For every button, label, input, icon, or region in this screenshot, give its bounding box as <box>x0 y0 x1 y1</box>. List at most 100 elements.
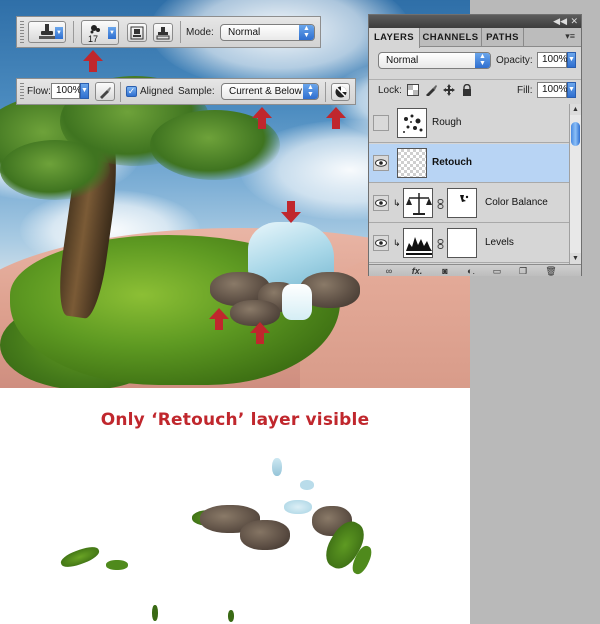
updown-arrows-icon: ▲ ▼ <box>475 53 490 68</box>
lock-label: Lock: <box>378 85 402 96</box>
visibility-toggle-on[interactable] <box>373 235 389 251</box>
eye-icon <box>375 159 387 167</box>
lock-all-icon[interactable] <box>461 84 473 96</box>
options-bar-top: ▼ 17 ▼ Mode: Normal ▲ ▼ <box>16 16 321 48</box>
scrollbar-thumb[interactable] <box>571 122 580 146</box>
rough-thumbnail-icon <box>403 114 423 133</box>
fill-input[interactable]: 100% <box>537 82 568 98</box>
group-folder-icon[interactable]: ▭ <box>489 265 505 277</box>
opacity-dropdown-icon[interactable]: ▼ <box>567 52 576 68</box>
tab-paths[interactable]: PATHS <box>482 28 524 47</box>
chevron-down-icon: ▼ <box>108 27 116 39</box>
collapse-icon[interactable]: ◀◀ <box>553 16 567 26</box>
ignore-adjustment-layers-button[interactable] <box>331 83 350 101</box>
trash-icon[interactable]: 🗑 <box>543 265 559 277</box>
ignore-adjustment-icon <box>335 86 346 98</box>
layer-row-color-balance[interactable]: ↳ Color Balance <box>369 184 569 223</box>
clone-stamp-tool-button[interactable]: ▼ <box>28 21 66 43</box>
panel-tabs: LAYERS CHANNELS PATHS ▾≡ <box>369 28 581 48</box>
airbrush-icon <box>100 86 111 99</box>
scroll-up-icon[interactable]: ▲ <box>570 104 581 115</box>
sample-select-value: Current & Below <box>229 86 302 97</box>
mode-label: Mode: <box>186 27 214 38</box>
lock-transparent-icon[interactable] <box>407 84 419 96</box>
adjustment-thumbnail <box>403 228 433 258</box>
clipping-arrow-icon: ↳ <box>393 238 401 248</box>
brush-preset-picker[interactable]: 17 ▼ <box>81 20 119 45</box>
layer-name: Color Balance <box>485 197 548 208</box>
layers-panel: ◀◀ ✕ LAYERS CHANNELS PATHS ▾≡ Normal ▲ ▼ … <box>368 14 582 276</box>
sample-select[interactable]: Current & Below ▲ ▼ <box>221 83 319 100</box>
visibility-toggle-on[interactable] <box>373 195 389 211</box>
close-icon[interactable]: ✕ <box>570 16 578 26</box>
clone-source-icon <box>130 26 144 39</box>
adjustment-layer-icon[interactable]: ◐. <box>463 265 479 277</box>
red-arrow-up-icon <box>326 107 346 129</box>
blend-mode-value: Normal <box>386 55 419 66</box>
mask-thumbnail-icon <box>460 195 469 202</box>
red-arrow-up-icon <box>252 107 272 129</box>
lock-position-icon[interactable] <box>443 84 455 96</box>
mode-select[interactable]: Normal ▲ ▼ <box>220 24 315 41</box>
new-layer-icon[interactable]: ❐ <box>515 265 531 277</box>
flow-label: Flow: <box>27 86 51 97</box>
add-mask-icon[interactable]: ◙ <box>437 265 453 277</box>
fill-dropdown-icon[interactable]: ▼ <box>567 82 576 98</box>
panel-bottom-toolbar: ∞ fx. ◙ ◐. ▭ ❐ 🗑 <box>369 264 581 276</box>
red-arrow-up-icon <box>83 50 103 72</box>
airbrush-button[interactable] <box>95 82 115 101</box>
panel-title-bar[interactable]: ◀◀ ✕ <box>369 15 581 28</box>
visibility-toggle-on[interactable] <box>373 155 389 171</box>
toolbar-grip[interactable] <box>20 83 24 100</box>
sample-label: Sample: <box>178 86 215 97</box>
clipping-arrow-icon: ↳ <box>393 198 401 208</box>
flow-input[interactable]: 100% <box>51 83 82 99</box>
blend-mode-select[interactable]: Normal ▲ ▼ <box>378 52 491 69</box>
red-arrow-up-icon <box>250 322 270 344</box>
aligned-checkbox[interactable]: ✓ <box>126 86 137 97</box>
chevron-down-icon: ▼ <box>55 27 63 39</box>
layer-name: Retouch <box>432 157 472 168</box>
brush-size-value: 17 <box>88 34 99 44</box>
options-bar-clone: Flow: 100% ▼ ✓ Aligned Sample: Current &… <box>16 78 356 105</box>
lock-fill-row: Lock: Fill: 100% ▼ <box>369 79 581 99</box>
tab-layers[interactable]: LAYERS <box>369 28 420 48</box>
toolbar-grip[interactable] <box>20 21 24 43</box>
stamp-icon <box>156 26 170 39</box>
layer-row-retouch[interactable]: Retouch <box>369 144 569 183</box>
layers-scrollbar[interactable]: ▲ ▼ <box>569 104 581 264</box>
updown-arrows-icon: ▲ ▼ <box>303 84 318 99</box>
layer-thumbnail <box>397 108 427 138</box>
chain-link-icon[interactable] <box>437 239 444 249</box>
tab-channels[interactable]: CHANNELS <box>420 28 482 47</box>
opacity-input[interactable]: 100% <box>537 52 568 68</box>
layers-list: Rough Retouch ↳ Color Balance ↳ Levels <box>369 104 569 264</box>
layer-name: Rough <box>432 117 462 128</box>
balance-scale-icon <box>406 193 432 215</box>
aligned-label: Aligned <box>140 86 174 97</box>
link-layers-icon[interactable]: ∞ <box>381 265 397 277</box>
mode-select-value: Normal <box>228 27 261 38</box>
layer-row-levels[interactable]: ↳ Levels <box>369 224 569 263</box>
scroll-down-icon[interactable]: ▼ <box>570 253 581 264</box>
opacity-label: Opacity: <box>496 55 533 66</box>
caption-heading: Only ‘Retouch’ layer visible <box>100 410 370 430</box>
layer-mask-thumbnail <box>447 188 477 218</box>
flow-dropdown-icon[interactable]: ▼ <box>80 83 89 99</box>
visibility-toggle-off[interactable] <box>373 115 389 131</box>
chain-link-icon[interactable] <box>437 199 444 209</box>
fx-icon[interactable]: fx. <box>409 265 425 277</box>
lock-pixels-icon[interactable] <box>425 84 437 96</box>
eye-icon <box>375 239 387 247</box>
fill-label: Fill: <box>517 85 533 96</box>
layer-thumbnail <box>397 148 427 178</box>
pattern-stamp-button[interactable] <box>153 23 173 42</box>
panel-menu-icon[interactable]: ▾≡ <box>565 31 575 42</box>
red-arrow-up-icon <box>209 308 229 330</box>
layer-mask-thumbnail <box>447 228 477 258</box>
clone-source-panel-button[interactable] <box>127 23 147 42</box>
adjustment-thumbnail <box>403 188 433 218</box>
layer-row-rough[interactable]: Rough <box>369 104 569 143</box>
levels-histogram-icon <box>406 237 432 255</box>
red-arrow-down-icon <box>281 201 301 223</box>
